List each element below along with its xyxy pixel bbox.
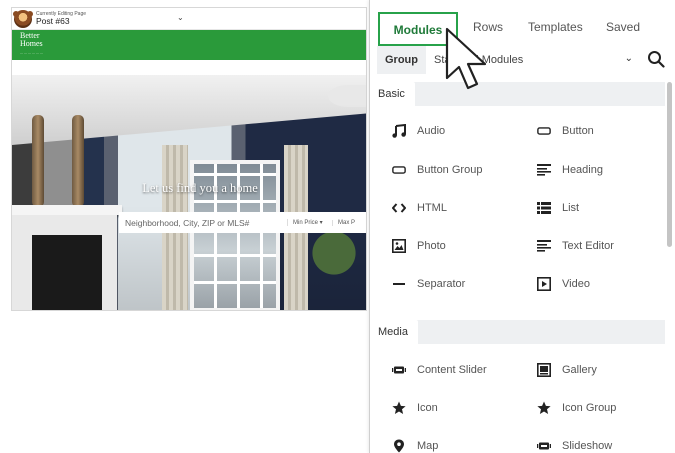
star-icon <box>537 401 551 415</box>
module-photo[interactable]: Photo <box>392 239 446 253</box>
video-icon <box>537 277 551 291</box>
module-button-group[interactable]: Button Group <box>392 163 482 177</box>
module-label: Icon Group <box>562 402 617 414</box>
module-label: Heading <box>562 164 603 176</box>
module-text-editor[interactable]: Text Editor <box>537 239 614 253</box>
module-heading[interactable]: Heading <box>537 163 603 177</box>
module-label: Gallery <box>562 364 597 376</box>
code-icon <box>392 201 406 215</box>
module-label: Text Editor <box>562 240 614 252</box>
post-title: Post #63 <box>36 15 70 26</box>
chevron-down-icon[interactable]: ⌄ <box>177 13 184 22</box>
location-search-input[interactable]: Neighborhood, City, ZIP or MLS# <box>119 218 287 228</box>
mouse-cursor-icon <box>445 27 487 90</box>
module-label: Photo <box>417 240 446 252</box>
module-list-item[interactable]: List <box>537 201 579 215</box>
plant <box>312 225 356 295</box>
logo-tagline-graphic: —————— <box>20 51 44 55</box>
module-slideshow[interactable]: Slideshow <box>537 439 612 453</box>
avatar <box>13 9 33 28</box>
module-video[interactable]: Video <box>537 277 590 291</box>
search-icon[interactable] <box>647 50 665 68</box>
group-title: Basic <box>370 82 415 106</box>
fireplace <box>12 215 117 310</box>
module-map[interactable]: Map <box>392 439 438 453</box>
module-label: List <box>562 202 580 214</box>
photo-icon <box>392 239 406 253</box>
max-price-select[interactable]: Max P <box>332 219 355 226</box>
group-title: Media <box>370 320 418 344</box>
screen: Currently Editing Page Post #63 ⌄ Better… <box>0 0 675 453</box>
min-price-select[interactable]: Min Price ▾ <box>287 219 332 226</box>
property-search-bar: Neighborhood, City, ZIP or MLS# Min Pric… <box>119 212 366 233</box>
module-audio[interactable]: Audio <box>392 124 445 138</box>
module-label: Audio <box>417 125 446 137</box>
tab-templates[interactable]: Templates <box>528 20 583 34</box>
module-label: Separator <box>417 278 466 290</box>
ceiling-fan <box>328 85 366 107</box>
module-label: Map <box>417 440 439 452</box>
star-icon <box>392 401 406 415</box>
site-header: Better Homes —————— <box>12 30 366 60</box>
ceiling <box>12 75 366 145</box>
module-separator[interactable]: Separator <box>392 277 465 291</box>
module-label: Icon <box>417 402 438 414</box>
list-icon <box>537 201 551 215</box>
panel-tabs: Modules Rows Templates Saved <box>370 0 675 46</box>
editing-bar[interactable]: Currently Editing Page Post #63 ⌄ <box>12 8 366 30</box>
module-label: HTML <box>417 202 447 214</box>
module-icon[interactable]: Icon <box>392 401 438 415</box>
module-icon-group[interactable]: Icon Group <box>537 401 616 415</box>
group-label: Group <box>385 54 418 66</box>
module-label: Content Slider <box>417 364 487 376</box>
module-list[interactable]: Basic Audio Button Button Group Heading … <box>370 80 665 453</box>
button-icon <box>537 124 551 138</box>
gallery-icon <box>537 363 551 377</box>
module-label: Slideshow <box>562 440 613 452</box>
group-header-media: Media <box>370 320 665 344</box>
module-label: Video <box>562 278 590 290</box>
module-html[interactable]: HTML <box>392 201 447 215</box>
module-filter: Group Standard Modules ⌄ <box>377 46 641 74</box>
tab-saved[interactable]: Saved <box>606 20 640 34</box>
module-gallery[interactable]: Gallery <box>537 363 597 377</box>
modules-panel: Modules Rows Templates Saved Group Stand… <box>369 0 675 453</box>
text-editor-icon <box>537 239 551 253</box>
music-note-icon <box>392 124 406 138</box>
content-slider-icon <box>392 363 406 377</box>
heading-icon <box>537 163 551 177</box>
separator-icon <box>392 277 406 291</box>
button-group-icon <box>392 163 406 177</box>
module-list-scrollbar[interactable] <box>667 82 672 247</box>
hero-title: Let us find you a home <box>142 181 258 195</box>
logo-line-2: Homes <box>20 39 43 48</box>
mantel <box>12 205 122 215</box>
chevron-down-icon: ⌄ <box>624 53 633 64</box>
min-price-label: Min Price <box>293 220 319 226</box>
slideshow-icon <box>537 439 551 453</box>
map-pin-icon <box>392 439 406 453</box>
page-preview: Currently Editing Page Post #63 ⌄ Better… <box>11 7 367 311</box>
group-header-basic: Basic <box>370 82 665 106</box>
module-label: Button <box>562 125 594 137</box>
module-label: Button Group <box>417 164 483 176</box>
module-content-slider[interactable]: Content Slider <box>392 363 487 377</box>
site-logo[interactable]: Better Homes —————— <box>20 32 44 57</box>
module-button[interactable]: Button <box>537 124 594 138</box>
